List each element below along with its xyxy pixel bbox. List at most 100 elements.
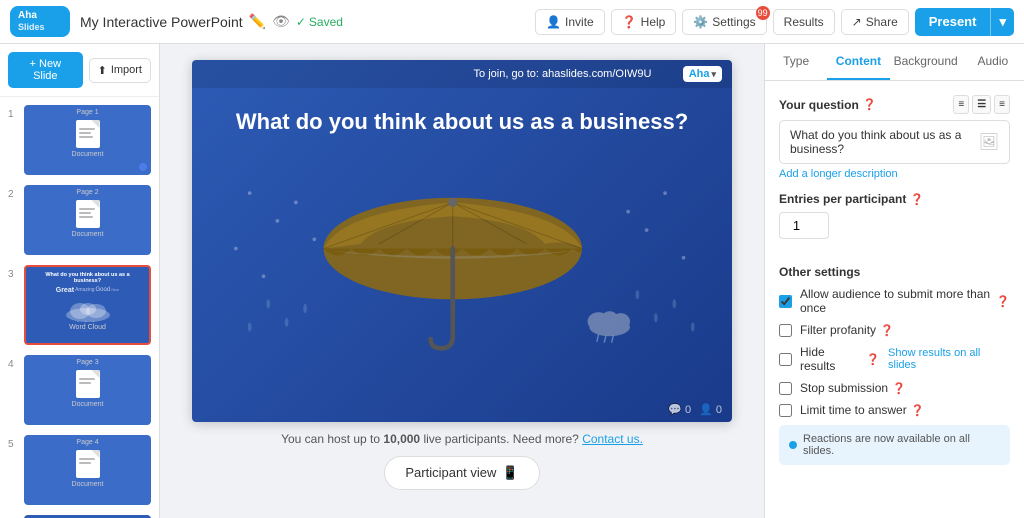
slide-preview-area: To join, go to: ahaslides.com/OIW9U Aha …: [160, 44, 764, 518]
info-dot: [789, 441, 797, 449]
results-button[interactable]: Results: [773, 9, 835, 35]
contact-link[interactable]: Contact us.: [582, 432, 643, 446]
stop-submission-label: Stop submission ❓: [800, 381, 906, 395]
allow-audience-row: Allow audience to submit more than once …: [779, 287, 1010, 315]
filter-profanity-checkbox[interactable]: [779, 324, 792, 337]
participant-note: You can host up to 10,000 live participa…: [281, 432, 643, 446]
share-icon: ↗: [852, 15, 862, 29]
participant-view-button[interactable]: Participant view 📱: [384, 456, 539, 490]
limit-time-row: Limit time to answer ❓: [779, 403, 1010, 417]
present-button[interactable]: Present ▾: [915, 8, 1014, 36]
right-content: Your question ❓ ≡ ☰ ≡ What do you think …: [765, 81, 1024, 518]
present-label: Present: [915, 8, 991, 35]
question-input[interactable]: What do you think about us as a business…: [779, 120, 1010, 164]
filter-profanity-label: Filter profanity ❓: [800, 323, 894, 337]
slide-number-4: 4: [8, 359, 18, 370]
slide-list: 1 Page 1: [0, 97, 159, 518]
slide-question-text: What do you think about us as a business…: [236, 108, 688, 137]
comment-counter: 💬 0: [668, 403, 691, 416]
slide-number-2: 2: [8, 189, 18, 200]
settings-badge-count: 99: [756, 6, 770, 20]
person-icon: 👤: [546, 15, 561, 29]
tab-background[interactable]: Background: [890, 44, 962, 80]
stop-submission-help[interactable]: ❓: [892, 382, 906, 395]
align-right-icon[interactable]: ≡: [994, 95, 1010, 114]
slide-footer: 💬 0 👤 0: [192, 397, 732, 422]
slide-main-content: What do you think about us as a business…: [192, 88, 732, 397]
logo-line2: Slides: [18, 22, 45, 33]
slide-1-label: Page 1: [76, 109, 98, 116]
slide-item-3[interactable]: 3 What do you think about us as a busine…: [6, 263, 153, 347]
right-panel: Type Content Background Audio Your quest…: [764, 44, 1024, 518]
invite-button[interactable]: 👤 Invite: [535, 9, 605, 35]
allow-audience-help[interactable]: ❓: [996, 295, 1010, 308]
mobile-icon: 📱: [502, 465, 518, 481]
limit-time-label: Limit time to answer ❓: [800, 403, 924, 417]
center-content: To join, go to: ahaslides.com/OIW9U Aha …: [160, 44, 764, 518]
slide-thumb-5: Page 4 Document: [24, 435, 151, 505]
edit-icon[interactable]: ✏️: [249, 13, 266, 30]
main-layout: + New Slide ⬆ Import 1 Page 1: [0, 44, 1024, 518]
upload-icon: ⬆: [98, 64, 107, 77]
tab-type[interactable]: Type: [765, 44, 827, 80]
stop-submission-checkbox[interactable]: [779, 382, 792, 395]
show-results-link[interactable]: Show results on all slides: [888, 347, 1010, 371]
allow-audience-label: Allow audience to submit more than once …: [800, 287, 1010, 315]
limit-time-checkbox[interactable]: [779, 404, 792, 417]
hide-results-label: Hide results ❓: [800, 345, 880, 373]
slide-item-2[interactable]: 2 Page 2: [6, 183, 153, 257]
tab-audio[interactable]: Audio: [962, 44, 1024, 80]
slide-counters: 💬 0 👤 0: [668, 403, 722, 416]
slide-item-1[interactable]: 1 Page 1: [6, 103, 153, 177]
add-description-link[interactable]: Add a longer description: [779, 168, 1010, 180]
logo-line1: Aha: [18, 10, 45, 22]
entries-input[interactable]: [779, 212, 829, 239]
reactions-info-box: Reactions are now available on all slide…: [779, 425, 1010, 465]
new-slide-button[interactable]: + New Slide: [8, 52, 83, 88]
user-counter: 👤 0: [699, 403, 722, 416]
filter-profanity-help[interactable]: ❓: [880, 324, 894, 337]
entries-help-icon[interactable]: ❓: [910, 193, 924, 206]
app-logo[interactable]: Aha Slides: [10, 6, 70, 37]
document-title-text: My Interactive PowerPoint: [80, 14, 243, 30]
entries-field-label: Entries per participant ❓: [779, 192, 1010, 206]
slide-number-1: 1: [8, 109, 18, 120]
allow-audience-checkbox[interactable]: [779, 295, 792, 308]
eye-icon[interactable]: 👁: [272, 13, 290, 30]
umbrella-illustration: [222, 167, 702, 367]
hide-results-checkbox[interactable]: [779, 353, 792, 366]
filter-profanity-row: Filter profanity ❓: [779, 323, 1010, 337]
import-button[interactable]: ⬆ Import: [89, 58, 151, 83]
slide-thumb-4: Page 3 Document: [24, 355, 151, 425]
slide-item-5[interactable]: 5 Page 4 Document: [6, 433, 153, 507]
slide-join-text: To join, go to: ahaslides.com/OIW9U: [442, 68, 682, 80]
below-slide: You can host up to 10,000 live participa…: [271, 422, 653, 500]
tab-content[interactable]: Content: [827, 44, 889, 80]
align-center-icon[interactable]: ☰: [972, 95, 991, 114]
help-button[interactable]: ❓ Help: [611, 9, 677, 35]
umbrella-svg: [222, 167, 702, 367]
settings-button[interactable]: ⚙️ Settings 99: [682, 9, 766, 35]
slide-number-5: 5: [8, 439, 18, 450]
slide-item-6[interactable]: 6 How do you rate these aspects of a buy…: [6, 513, 153, 518]
document-title-area: My Interactive PowerPoint ✏️ 👁 ✓ Saved: [80, 13, 525, 30]
top-navigation: Aha Slides My Interactive PowerPoint ✏️ …: [0, 0, 1024, 44]
question-help-icon[interactable]: ❓: [863, 98, 877, 111]
word-cloud-preview: Great Amazing Good Nice: [31, 287, 144, 294]
hide-results-help[interactable]: ❓: [866, 353, 880, 366]
slide-canvas: To join, go to: ahaslides.com/OIW9U Aha …: [192, 60, 732, 422]
hide-results-row: Hide results ❓ Show results on all slide…: [779, 345, 1010, 373]
slide-thumb-2: Page 2 Document: [24, 185, 151, 255]
image-icon[interactable]: 🖼: [979, 132, 999, 152]
stop-submission-row: Stop submission ❓: [779, 381, 1010, 395]
saved-badge: ✓ Saved: [296, 15, 343, 29]
align-left-icon[interactable]: ≡: [953, 95, 969, 114]
slide-top-bar: To join, go to: ahaslides.com/OIW9U Aha …: [192, 60, 732, 88]
check-icon: ✓: [296, 15, 306, 29]
present-dropdown-arrow[interactable]: ▾: [990, 8, 1014, 36]
limit-time-help[interactable]: ❓: [911, 404, 925, 417]
left-sidebar: + New Slide ⬆ Import 1 Page 1: [0, 44, 160, 518]
slide-item-4[interactable]: 4 Page 3 Document: [6, 353, 153, 427]
share-button[interactable]: ↗ Share: [841, 9, 909, 35]
slide-thumb-1: Page 1 Document: [24, 105, 151, 175]
